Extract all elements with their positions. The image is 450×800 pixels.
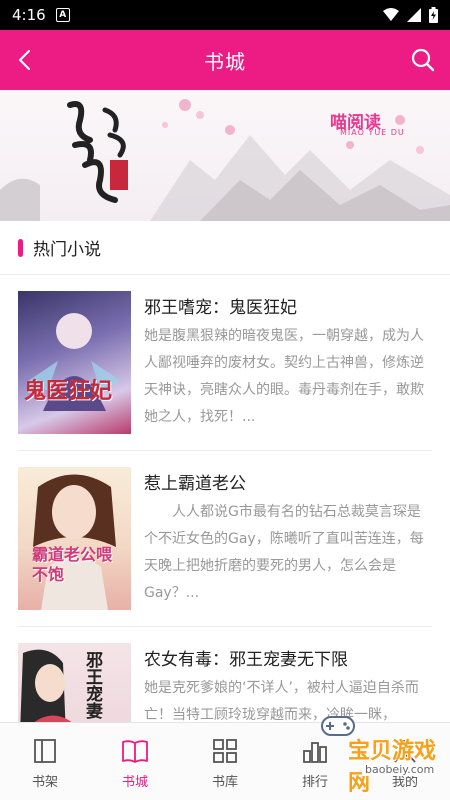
- tab-label: 书库: [211, 775, 238, 790]
- status-icons: [383, 7, 438, 23]
- profile-icon: [394, 740, 416, 763]
- tab-bookshelf[interactable]: 书架: [0, 723, 90, 800]
- book-item[interactable]: 鬼医狂妃 邪王嗜宠：鬼医狂妃 她是腹黑狠辣的暗夜鬼医，一朝穿越，成为人人鄙视唾弃…: [0, 275, 450, 451]
- tab-label: 我的: [391, 775, 418, 790]
- book-cover-title: 霸道老公喂不饱: [32, 545, 113, 584]
- book-item[interactable]: 邪王宠妻 农女有毒：邪王宠妻无下限 她是克死爹娘的‘不详人’，被村人逼迫自杀而亡…: [0, 627, 450, 723]
- book-description: 她是腹黑狠辣的暗夜鬼医，一朝穿越，成为人人鄙视唾弃的废材女。契约上古神兽，修炼逆…: [144, 328, 424, 425]
- ranking-icon: [303, 742, 327, 763]
- bookshelf-icon: [34, 739, 56, 763]
- book-cover-art: [20, 649, 73, 723]
- section-accent-bar: [18, 238, 23, 257]
- notification-icon: A: [55, 8, 70, 22]
- book-cover-title: 邪王宠妻: [82, 651, 102, 719]
- book-cover: 邪王宠妻: [18, 643, 131, 723]
- status-time: 4:16: [12, 6, 46, 24]
- battery-icon: [429, 7, 438, 23]
- grid-icon: [213, 739, 237, 763]
- section-header: 热门小说: [0, 221, 450, 275]
- banner-logo-sub: MIAO YUE DU: [340, 128, 405, 137]
- bottom-tab-bar: 书架 书城 书库 排行 我的: [0, 722, 450, 800]
- search-icon[interactable]: [410, 47, 436, 73]
- chevron-left-icon[interactable]: [14, 48, 38, 72]
- tab-label: 书架: [31, 775, 58, 790]
- book-cover: 霸道老公喂不饱: [18, 467, 131, 610]
- book-cover-art: [28, 313, 121, 411]
- tab-ranking[interactable]: 排行: [270, 723, 360, 800]
- tab-bookstore[interactable]: 书城: [90, 723, 180, 800]
- section-title: 热门小说: [33, 240, 101, 260]
- wifi-icon: [383, 8, 399, 21]
- promo-banner[interactable]: 喵阅读 MIAO YUE DU: [0, 90, 450, 221]
- book-cover: 鬼医狂妃: [18, 291, 131, 434]
- tab-label: 排行: [301, 775, 328, 790]
- page-title: 书城: [204, 49, 246, 74]
- book-item[interactable]: 霸道老公喂不饱 惹上霸道老公 人人都说G市最有名的钻石总裁莫言琛是个不近女色的G…: [0, 451, 450, 627]
- book-description: 她是克死爹娘的‘不详人’，被村人逼迫自杀而亡！当特工顾玲珑穿越而来，冷眸一眯，: [144, 680, 419, 723]
- book-cover-art: [33, 474, 116, 610]
- novel-list: 鬼医狂妃 邪王嗜宠：鬼医狂妃 她是腹黑狠辣的暗夜鬼医，一朝穿越，成为人人鄙视唾弃…: [0, 275, 450, 723]
- signal-icon: [407, 8, 421, 22]
- banner-title-art: [67, 101, 128, 203]
- tab-library[interactable]: 书库: [180, 723, 270, 800]
- tab-profile[interactable]: 我的: [360, 723, 450, 800]
- book-title: 农女有毒：邪王宠妻无下限: [144, 650, 348, 670]
- book-title: 邪王嗜宠：鬼医狂妃: [144, 298, 297, 318]
- open-book-icon: [122, 740, 148, 763]
- book-title: 惹上霸道老公: [144, 474, 246, 494]
- book-description: 人人都说G市最有名的钻石总裁莫言琛是个不近女色的Gay，陈曦听了直叫苦连连，每天…: [144, 504, 424, 601]
- tab-label: 书城: [121, 775, 148, 790]
- status-bar: 4:16 A: [0, 0, 450, 30]
- app-header: 书城: [0, 30, 450, 90]
- book-cover-title: 鬼医狂妃: [24, 378, 113, 404]
